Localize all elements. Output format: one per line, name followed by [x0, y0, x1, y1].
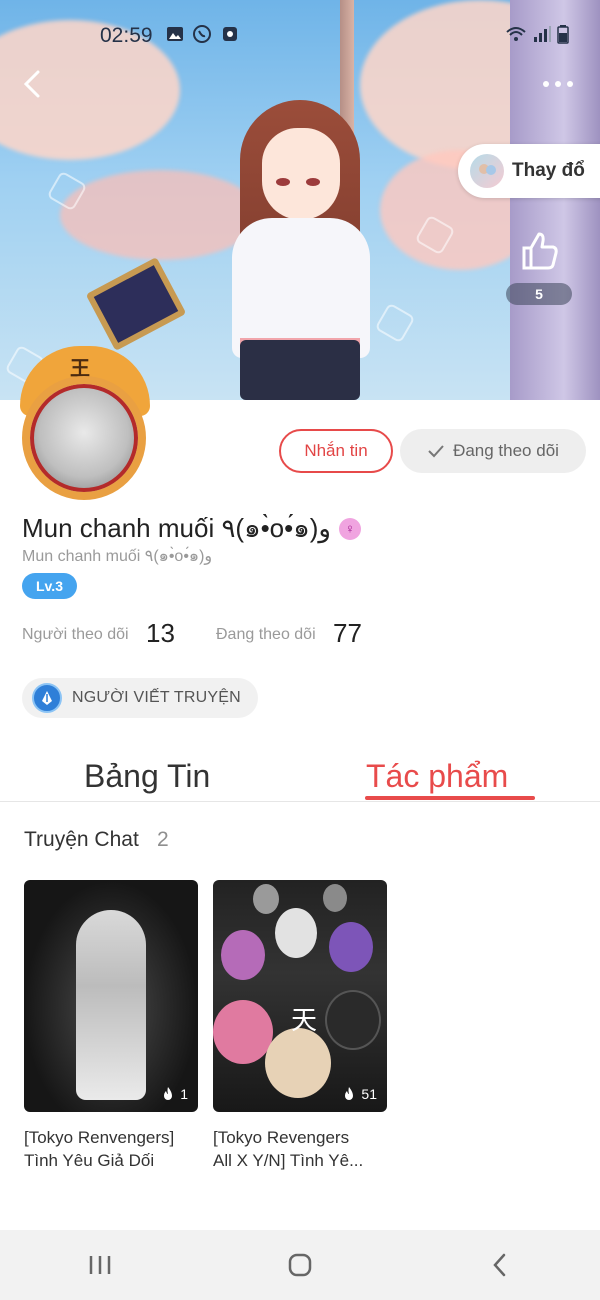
female-gender-icon: ♀	[338, 517, 361, 540]
signal-icon	[534, 26, 551, 42]
cover-figure	[253, 884, 279, 914]
cover-figure	[265, 1028, 331, 1098]
section-count: 2	[157, 828, 169, 851]
home-icon	[288, 1253, 312, 1277]
story-like-number: 51	[361, 1086, 377, 1102]
cover-title-glyph: 天	[291, 1006, 318, 1036]
story-cover-image: 天 51	[213, 880, 387, 1112]
story-title[interactable]: [Tokyo Renvengers] Tình Yêu Giả Dối	[24, 1126, 198, 1172]
image-icon	[167, 27, 183, 41]
following-label[interactable]: Đang theo dõi	[216, 626, 316, 644]
cover-figure	[325, 990, 381, 1050]
checkmark-icon	[428, 445, 444, 458]
story-like-count: 1	[161, 1086, 188, 1102]
cover-figure	[221, 930, 265, 980]
recent-apps-icon	[89, 1256, 111, 1274]
story-cover-image: 1	[24, 880, 198, 1112]
battery-icon	[557, 25, 569, 44]
character-eye	[276, 178, 290, 186]
following-button[interactable]: Đang theo dõi	[400, 429, 586, 473]
fire-icon	[164, 1087, 173, 1100]
like-button[interactable]: 5	[506, 228, 572, 305]
story-title-line: [Tokyo Revengers	[213, 1128, 350, 1147]
avatar[interactable]: 王	[8, 346, 158, 500]
fire-icon	[345, 1087, 354, 1100]
writer-badge-label: NGƯỜI VIẾT TRUYỆN	[72, 689, 241, 706]
display-name-text: Mun chanh muối ٩(๑•̀o•́๑)و	[22, 513, 331, 543]
book-illustration	[85, 256, 187, 352]
story-like-count: 51	[342, 1086, 377, 1102]
thumbs-up-icon	[522, 232, 558, 270]
system-back-button[interactable]	[470, 1240, 530, 1290]
avatar-image	[22, 376, 146, 500]
tab-feed[interactable]: Bảng Tin	[84, 756, 210, 796]
more-options-button[interactable]	[538, 72, 578, 96]
chevron-left-icon	[23, 70, 40, 98]
story-title[interactable]: [Tokyo Revengers All X Y/N] Tình Yê...	[213, 1126, 387, 1172]
display-name: Mun chanh muối ٩(๑•̀o•́๑)و ♀	[22, 508, 361, 549]
username: Mun chanh muối ٩(๑•̀o•́๑)و	[22, 548, 213, 565]
profile-tabs: Bảng Tin Tác phẩm	[0, 752, 600, 802]
followers-label[interactable]: Người theo dõi	[22, 626, 129, 644]
tab-works[interactable]: Tác phẩm	[366, 756, 508, 796]
section-title: Truyện Chat	[24, 828, 139, 851]
app-icon	[223, 27, 237, 41]
hexagon-decoration	[374, 302, 416, 344]
character-body	[232, 218, 370, 358]
followers-count[interactable]: 13	[146, 618, 175, 649]
recent-apps-button[interactable]	[70, 1240, 130, 1290]
dot	[567, 81, 573, 87]
wifi-icon	[506, 27, 526, 41]
dot	[555, 81, 561, 87]
following-count[interactable]: 77	[333, 618, 362, 649]
status-bar: 02:59	[0, 0, 600, 66]
cover-figure	[329, 922, 373, 972]
system-nav-bar	[0, 1230, 600, 1300]
story-title-line: [Tokyo Renvengers]	[24, 1128, 175, 1147]
story-title-line: Tình Yêu Giả Dối	[24, 1151, 155, 1170]
status-time: 02:59	[100, 24, 153, 47]
story-card[interactable]: 1 [Tokyo Renvengers] Tình Yêu Giả Dối	[24, 880, 198, 1172]
mini-avatar-icon	[470, 154, 504, 188]
back-button[interactable]	[18, 64, 52, 106]
writer-badge[interactable]: NGƯỜI VIẾT TRUYỆN	[22, 678, 258, 718]
story-card[interactable]: 天 51 [Tokyo Revengers All X Y/N] Tình Yê…	[213, 880, 387, 1172]
story-like-number: 1	[180, 1086, 188, 1102]
change-cover-label: Thay đổ	[512, 160, 585, 181]
message-button[interactable]: Nhắn tin	[279, 429, 393, 473]
viber-icon	[193, 25, 211, 43]
active-tab-indicator	[365, 796, 535, 800]
cover-figure	[213, 1000, 273, 1064]
character-skirt	[240, 340, 360, 400]
cover-figure	[76, 910, 146, 1100]
following-button-label: Đang theo dõi	[453, 441, 559, 460]
cover-figure	[323, 884, 347, 912]
like-count: 5	[506, 283, 572, 305]
character-eye	[306, 178, 320, 186]
cloud	[60, 170, 260, 260]
quill-icon	[32, 683, 62, 713]
dot	[543, 81, 549, 87]
character-face	[262, 128, 340, 220]
level-badge[interactable]: Lv.3	[22, 573, 77, 599]
change-cover-button[interactable]: Thay đổ	[458, 144, 600, 198]
back-arrow-icon	[493, 1253, 506, 1277]
home-button[interactable]	[270, 1240, 330, 1290]
story-title-line: All X Y/N] Tình Yê...	[213, 1151, 364, 1170]
cover-figure	[275, 908, 317, 958]
